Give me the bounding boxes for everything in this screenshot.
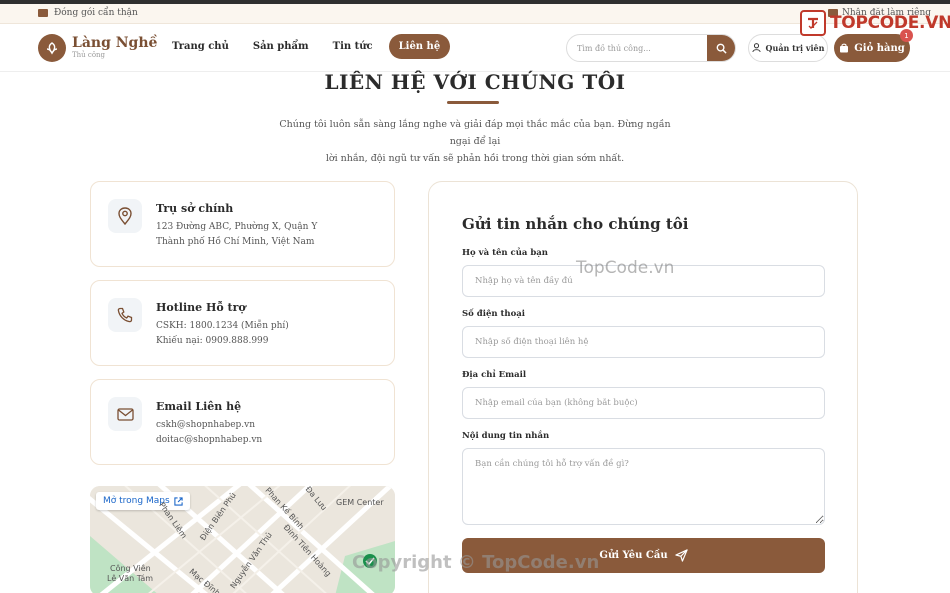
- hotline-title: Hotline Hỗ trợ: [156, 301, 246, 314]
- search-icon: [716, 43, 727, 54]
- name-label: Họ và tên của bạn: [462, 248, 548, 258]
- map-label: GEM Center: [336, 498, 384, 507]
- user-icon: [751, 43, 761, 53]
- search-box: [566, 34, 736, 62]
- nav-news[interactable]: Tin tức: [325, 34, 381, 59]
- logo-mark-icon: [38, 34, 66, 62]
- map-pin-icon: [108, 199, 142, 233]
- shipping-note-text: Đóng gói cẩn thận: [54, 8, 138, 18]
- phone-label: Số điện thoại: [462, 309, 525, 319]
- email-card: Email Liên hệ cskh@shopnhabep.vn doitac@…: [90, 379, 395, 465]
- address-title: Trụ sở chính: [156, 202, 234, 215]
- logo-name: Làng Nghề: [72, 35, 158, 51]
- logo-tagline: Thủ công: [72, 51, 106, 59]
- cart-label: Giỏ hàng: [854, 42, 905, 54]
- send-icon: [674, 549, 688, 562]
- package-icon: [38, 9, 48, 17]
- hotline-complaint[interactable]: Khiếu nại: 0909.888.999: [156, 336, 269, 346]
- brand-watermark-logo-icon: [800, 10, 826, 36]
- brand-watermark-text: TOPCODE.VN: [830, 13, 950, 33]
- page-intro: Chúng tôi luôn sẵn sàng lắng nghe và giả…: [270, 116, 680, 167]
- watermark-copyright: Copyright © TopCode.vn: [352, 552, 600, 573]
- admin-label: Quản trị viên: [765, 43, 825, 53]
- open-in-maps-button[interactable]: Mở trong Maps: [96, 492, 190, 510]
- intro-line-1: Chúng tôi luôn sẵn sàng lắng nghe và giả…: [279, 119, 671, 147]
- external-link-icon: [174, 496, 183, 506]
- message-field[interactable]: [462, 448, 825, 525]
- address-card: Trụ sở chính 123 Đường ABC, Phường X, Qu…: [90, 181, 395, 267]
- search-button[interactable]: [707, 35, 735, 61]
- map-label: Lê Văn Tám: [107, 574, 154, 583]
- address-line-2: Thành phố Hồ Chí Minh, Việt Nam: [156, 237, 315, 247]
- title-divider: [447, 101, 499, 104]
- search-input[interactable]: [567, 35, 707, 61]
- main-nav: Trang chủ Sản phẩm Tin tức Liên hệ: [164, 34, 451, 59]
- address-line-1: 123 Đường ABC, Phường X, Quận Y: [156, 222, 318, 232]
- cart-button[interactable]: Giỏ hàng: [834, 34, 910, 62]
- email-cskh[interactable]: cskh@shopnhabep.vn: [156, 420, 255, 430]
- submit-label: Gửi Yêu Cầu: [599, 550, 668, 561]
- message-label: Nội dung tin nhắn: [462, 431, 550, 441]
- embedded-map[interactable]: Mở trong Maps Phan Liêm Điện Biên Phủ Ph…: [90, 486, 395, 593]
- email-title: Email Liên hệ: [156, 400, 242, 413]
- admin-button[interactable]: Quản trị viên: [748, 34, 828, 62]
- watermark-center: TopCode.vn: [576, 258, 675, 278]
- contact-form-card: Gửi tin nhắn cho chúng tôi Họ và tên của…: [428, 181, 858, 593]
- phone-icon: [108, 298, 142, 332]
- email-partner[interactable]: doitac@shopnhabep.vn: [156, 435, 262, 445]
- mail-icon: [108, 397, 142, 431]
- email-field[interactable]: [462, 387, 825, 419]
- shopping-bag-icon: [840, 43, 849, 53]
- nav-contact[interactable]: Liên hệ: [388, 34, 451, 59]
- nav-products[interactable]: Sản phẩm: [245, 34, 317, 59]
- phone-field[interactable]: [462, 326, 825, 358]
- form-title: Gửi tin nhắn cho chúng tôi: [462, 215, 689, 233]
- hotline-cskh[interactable]: CSKH: 1800.1234 (Miễn phí): [156, 321, 289, 331]
- brand-watermark: TOPCODE.VN: [800, 10, 950, 36]
- intro-line-2: lời nhắn, đội ngũ tư vấn sẽ phản hồi tro…: [325, 153, 625, 164]
- site-logo[interactable]: Làng Nghề Thủ công: [38, 34, 157, 62]
- email-label: Địa chỉ Email: [462, 370, 527, 380]
- map-label: Công Viên: [110, 564, 151, 573]
- nav-home[interactable]: Trang chủ: [164, 34, 237, 59]
- hotline-card: Hotline Hỗ trợ CSKH: 1800.1234 (Miễn phí…: [90, 280, 395, 366]
- page-title: LIÊN HỆ VỚI CHÚNG TÔI: [324, 70, 626, 94]
- shipping-note: Đóng gói cẩn thận: [38, 8, 138, 18]
